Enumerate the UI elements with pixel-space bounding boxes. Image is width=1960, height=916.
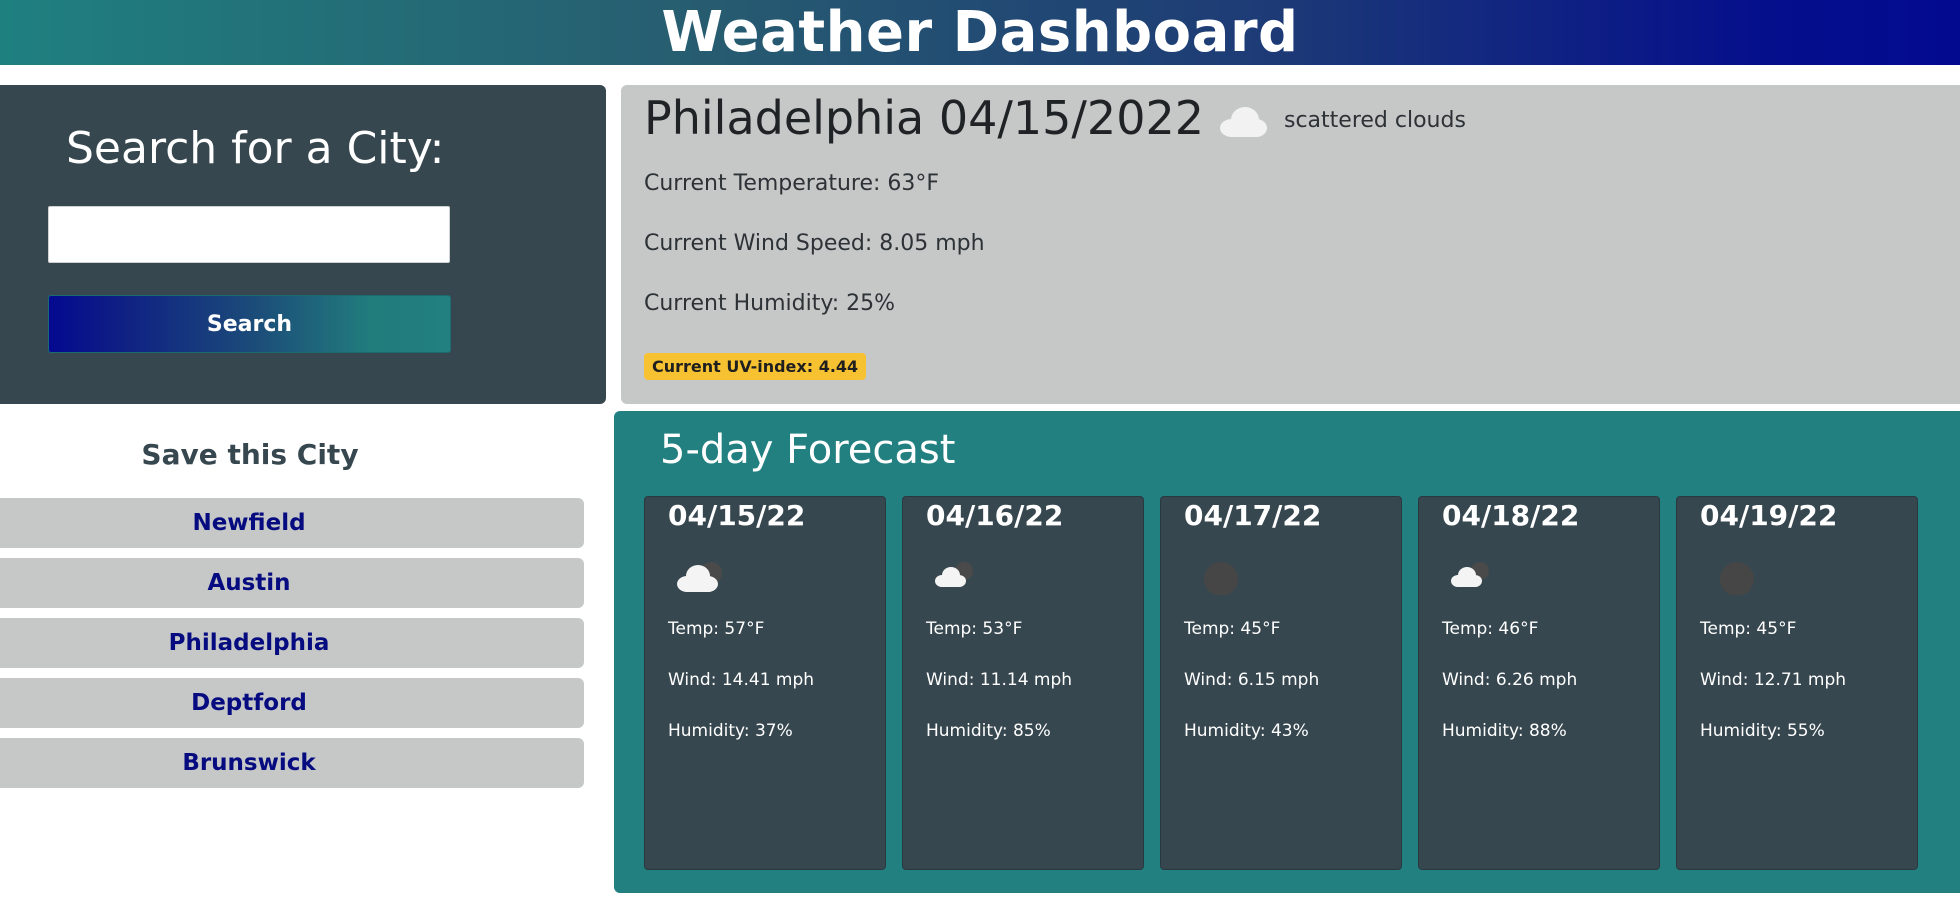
current-heading: Philadelphia 04/15/2022 scattered clouds (644, 91, 1466, 145)
forecast-card: 04/19/22 Temp: 45°F Wind: 12.71 mph Humi… (1676, 496, 1918, 870)
forecast-date: 04/18/22 (1442, 499, 1580, 532)
saved-city-list: Newfield Austin Philadelphia Deptford Br… (0, 498, 584, 798)
page-title: Weather Dashboard (661, 0, 1299, 65)
clear-night-icon (1191, 557, 1243, 599)
forecast-temp: Temp: 46°F (1442, 619, 1539, 639)
saved-city-button-newfield[interactable]: Newfield (0, 498, 584, 548)
forecast-wind: Wind: 6.15 mph (1184, 670, 1320, 690)
cloud-icon (1218, 104, 1268, 142)
search-title: Search for a City: (66, 123, 445, 174)
partly-cloudy-night-icon (1449, 557, 1501, 599)
partly-cloudy-night-icon (933, 557, 985, 599)
city-label: Austin (207, 570, 291, 596)
city-label: Deptford (191, 690, 307, 716)
forecast-card: 04/16/22 Temp: 53°F Wind: 11.14 mph Humi… (902, 496, 1144, 870)
city-label: Philadelphia (168, 630, 330, 656)
forecast-title: 5-day Forecast (660, 427, 956, 473)
clear-night-icon (1707, 557, 1759, 599)
forecast-wind: Wind: 14.41 mph (668, 670, 815, 690)
forecast-temp: Temp: 45°F (1184, 619, 1281, 639)
saved-city-button-brunswick[interactable]: Brunswick (0, 738, 584, 788)
forecast-humidity: Humidity: 37% (668, 721, 793, 741)
forecast-date: 04/19/22 (1700, 499, 1838, 532)
forecast-temp: Temp: 45°F (1700, 619, 1797, 639)
app-header: Weather Dashboard (0, 0, 1960, 65)
search-button[interactable]: Search (48, 295, 451, 353)
saved-city-button-philadelphia[interactable]: Philadelphia (0, 618, 584, 668)
forecast-wind: Wind: 12.71 mph (1700, 670, 1847, 690)
forecast-panel: 5-day Forecast 04/15/22 Temp: 57°F Wind:… (614, 411, 1960, 893)
forecast-card: 04/18/22 Temp: 46°F Wind: 6.26 mph Humid… (1418, 496, 1660, 870)
current-weather-panel: Philadelphia 04/15/2022 scattered clouds… (621, 85, 1960, 404)
forecast-humidity: Humidity: 55% (1700, 721, 1825, 741)
city-search-input[interactable] (48, 206, 450, 263)
saved-city-button-deptford[interactable]: Deptford (0, 678, 584, 728)
forecast-humidity: Humidity: 85% (926, 721, 1051, 741)
broken-clouds-icon (675, 557, 727, 599)
current-city-date: Philadelphia 04/15/2022 (644, 91, 1204, 145)
forecast-temp: Temp: 57°F (668, 619, 765, 639)
forecast-humidity: Humidity: 88% (1442, 721, 1567, 741)
forecast-wind: Wind: 6.26 mph (1442, 670, 1578, 690)
forecast-date: 04/16/22 (926, 499, 1064, 532)
current-temperature: Current Temperature: 63°F (644, 171, 940, 196)
forecast-date: 04/17/22 (1184, 499, 1322, 532)
forecast-temp: Temp: 53°F (926, 619, 1023, 639)
forecast-date: 04/15/22 (668, 499, 806, 532)
saved-cities-title: Save this City (141, 438, 359, 471)
current-wind-speed: Current Wind Speed: 8.05 mph (644, 231, 985, 256)
search-panel: Search for a City: Search (0, 85, 606, 404)
saved-city-button-austin[interactable]: Austin (0, 558, 584, 608)
uv-index-badge: Current UV-index: 4.44 (644, 353, 867, 380)
city-label: Brunswick (182, 750, 316, 776)
current-humidity: Current Humidity: 25% (644, 291, 896, 316)
forecast-card: 04/15/22 Temp: 57°F Wind: 14.41 mph Humi… (644, 496, 886, 870)
forecast-card: 04/17/22 Temp: 45°F Wind: 6.15 mph Humid… (1160, 496, 1402, 870)
city-label: Newfield (192, 510, 306, 536)
forecast-wind: Wind: 11.14 mph (926, 670, 1073, 690)
forecast-humidity: Humidity: 43% (1184, 721, 1309, 741)
weather-description: scattered clouds (1284, 107, 1466, 133)
